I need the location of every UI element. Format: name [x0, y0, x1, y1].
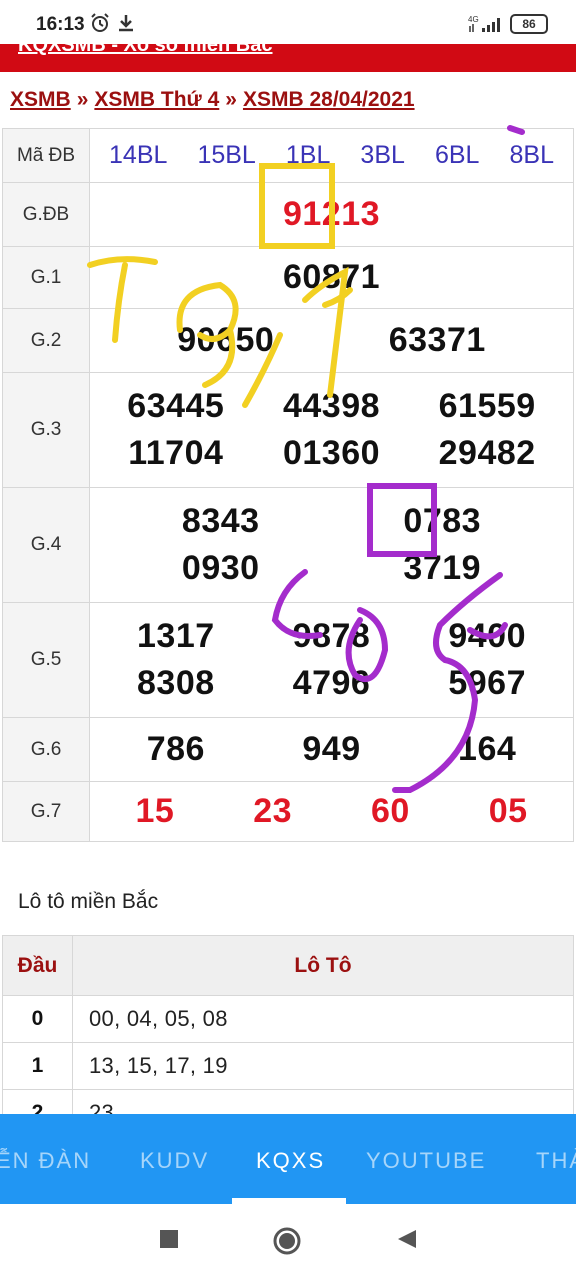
loto-dau: 1: [2, 1042, 73, 1090]
prize-number: 0783: [403, 502, 482, 540]
tab-kqxs[interactable]: KQXS: [256, 1148, 325, 1174]
table-row-g2: G.2 90650 63371: [2, 308, 574, 373]
system-nav-bar: [0, 1204, 576, 1280]
prize-number: 01360: [282, 434, 381, 472]
table-row-g6: G.6 786 949 164: [2, 717, 574, 782]
bottom-tab-bar: DIỄN ĐÀN KUDV KQXS YOUTUBE THẢO: [0, 1114, 576, 1204]
prize-number: 9878: [292, 617, 371, 655]
prize-label: G.3: [2, 372, 90, 488]
recents-icon[interactable]: [158, 1228, 180, 1250]
table-row-ma-db: Mã ĐB 14BL 15BL 1BL 3BL 6BL 8BL: [2, 128, 574, 183]
ma-db-code: 6BL: [434, 141, 480, 169]
alarm-icon: [91, 13, 109, 32]
loto-header-dau: Đầu: [2, 935, 73, 996]
ma-db-code: 14BL: [109, 141, 168, 169]
loto-header-row: Đầu Lô Tô: [2, 935, 574, 996]
prize-number: 90650: [177, 321, 275, 359]
battery-level: 86: [522, 17, 536, 31]
prize-number: 949: [302, 730, 361, 768]
prize-number: 61559: [438, 387, 536, 425]
prize-number: 23: [253, 792, 293, 830]
ma-db-code: 3BL: [360, 141, 405, 169]
site-header: KQXSMB - Xổ số miền Bắc: [0, 44, 576, 72]
prize-number: 8308: [137, 664, 215, 702]
prize-number: 4796: [292, 664, 371, 702]
prize-number: 15: [135, 792, 175, 830]
loto-values: 00, 04, 05, 08: [72, 995, 574, 1043]
loto-title: Lô tô miền Bắc: [18, 890, 159, 913]
prize-number: 9400: [448, 617, 526, 655]
prize-number: 164: [458, 730, 517, 768]
prize-number: 8343: [181, 502, 260, 540]
prize-number: 60: [370, 792, 410, 830]
tab-thao[interactable]: THẢO: [536, 1148, 576, 1174]
prize-number: 29482: [438, 434, 536, 472]
table-row-g1: G.1 60871: [2, 246, 574, 309]
battery-icon: 86: [510, 14, 548, 34]
status-time: 16:13: [36, 14, 85, 35]
table-row: 1 13, 15, 17, 19: [2, 1042, 574, 1090]
prize-number: 0930: [181, 549, 260, 587]
tab-dien-dan[interactable]: DIỄN ĐÀN: [0, 1148, 91, 1174]
prize-label: G.5: [2, 602, 90, 718]
prize-number: 5967: [448, 664, 526, 702]
prize-label: G.1: [2, 246, 90, 309]
breadcrumb-separator: »: [76, 88, 89, 111]
prize-number: 786: [146, 730, 205, 768]
prize-number: 1317: [137, 617, 215, 655]
tab-youtube[interactable]: YOUTUBE: [366, 1148, 486, 1174]
table-row-g7: G.7 15 23 60 05: [2, 781, 574, 842]
breadcrumb-xsmb[interactable]: XSMB: [10, 88, 71, 111]
prize-number: 60871: [282, 258, 381, 296]
prize-label: G.4: [2, 487, 90, 603]
loto-dau: 0: [2, 995, 73, 1043]
signal-icon: 4G: [468, 15, 500, 32]
prize-label: G.6: [2, 717, 90, 782]
ma-db-codes: 14BL 15BL 1BL 3BL 6BL 8BL: [89, 128, 574, 183]
network-label: 4G: [468, 15, 479, 24]
table-row-gdb: G.ĐB 91213: [2, 182, 574, 247]
breadcrumb-separator: »: [225, 88, 237, 111]
ma-db-label: Mã ĐB: [2, 128, 90, 183]
special-prize-number: 91213: [282, 195, 381, 233]
table-row-g3: G.3 63445 44398 61559 11704 01360 29482: [2, 372, 574, 488]
results-table: Mã ĐB 14BL 15BL 1BL 3BL 6BL 8BL G.ĐB 912…: [2, 128, 574, 842]
ma-db-code: 15BL: [197, 141, 256, 169]
prize-label: G.7: [2, 781, 90, 842]
loto-header-loto: Lô Tô: [72, 935, 574, 996]
ma-db-code: 1BL: [285, 141, 331, 169]
prize-number: 05: [488, 792, 528, 830]
status-bar: 16:13 4G 86: [0, 0, 576, 44]
prize-number: 63445: [127, 387, 225, 425]
back-icon[interactable]: [396, 1228, 418, 1250]
loto-values: 13, 15, 17, 19: [72, 1042, 574, 1090]
home-icon[interactable]: [272, 1226, 302, 1256]
prize-number: 44398: [282, 387, 381, 425]
breadcrumb-xsmb-date[interactable]: XSMB 28/04/2021: [243, 88, 415, 111]
table-row: 0 00, 04, 05, 08: [2, 995, 574, 1043]
ma-db-code: 8BL: [509, 141, 554, 169]
prize-number: 3719: [403, 549, 482, 587]
prize-label: G.2: [2, 308, 90, 373]
tab-kudv[interactable]: KUDV: [140, 1148, 209, 1174]
table-row-g4: G.4 8343 0783 0930 3719: [2, 487, 574, 603]
prize-number: 11704: [128, 434, 224, 472]
prize-label: G.ĐB: [2, 182, 90, 247]
breadcrumb: XSMB» XSMB Thứ 4» XSMB 28/04/2021: [10, 88, 415, 112]
breadcrumb-xsmb-thu4[interactable]: XSMB Thứ 4: [94, 88, 219, 111]
download-icon: [119, 15, 133, 32]
loto-table: Đầu Lô Tô 0 00, 04, 05, 08 1 13, 15, 17,…: [2, 935, 574, 1137]
prize-number: 63371: [388, 321, 486, 359]
site-title[interactable]: KQXSMB - Xổ số miền Bắc: [18, 44, 273, 57]
table-row-g5: G.5 1317 9878 9400 8308 4796 5967: [2, 602, 574, 718]
